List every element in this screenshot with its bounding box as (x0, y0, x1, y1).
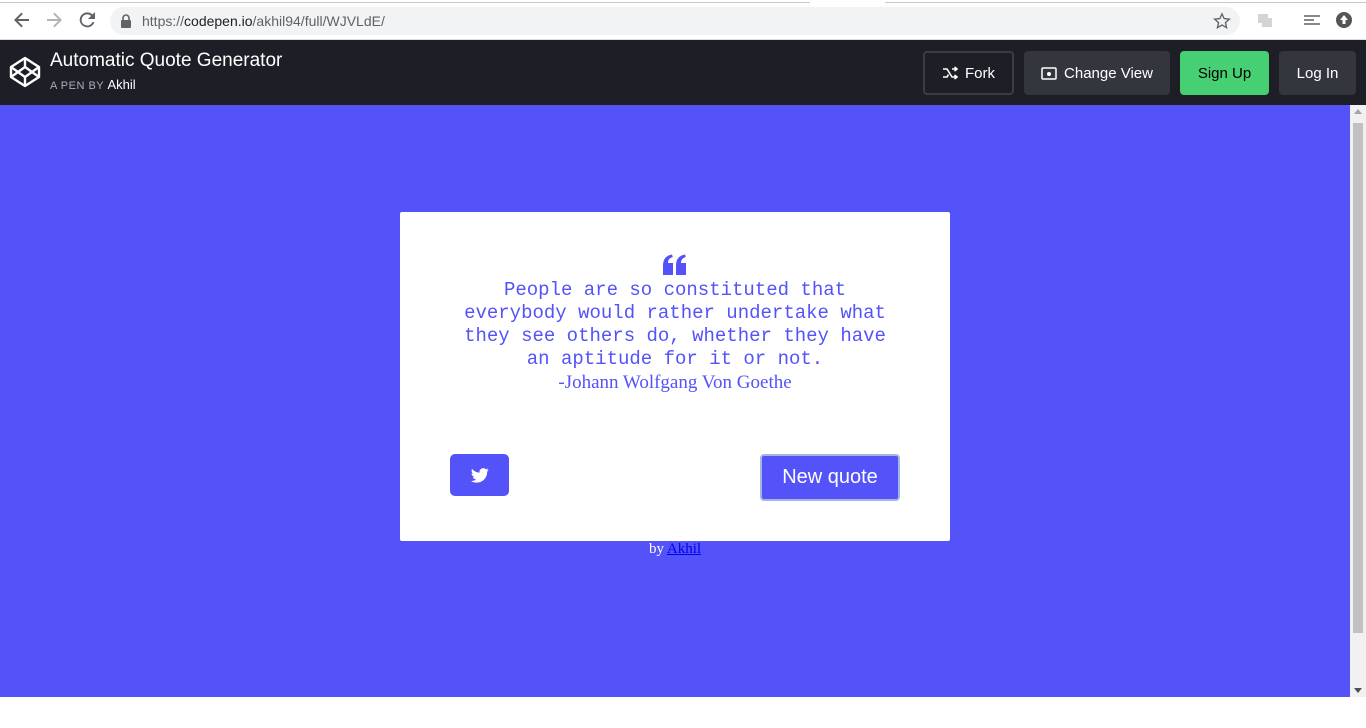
star-icon[interactable] (1213, 12, 1231, 30)
view-icon (1041, 66, 1057, 80)
pen-byline: A PEN BY Akhil (50, 77, 136, 92)
scroll-down-arrow-icon[interactable] (1354, 688, 1362, 693)
quote-left-icon (663, 254, 686, 275)
url-host: codepen.io (184, 13, 253, 29)
vertical-scrollbar[interactable] (1350, 105, 1366, 697)
url-path: /akhil94/full/WJVLdE/ (252, 13, 385, 29)
pen-title: Automatic Quote Generator (50, 50, 283, 71)
pen-author-link[interactable]: Akhil (108, 77, 136, 92)
fork-icon (943, 66, 958, 80)
bottom-strip (0, 697, 1366, 728)
change-view-button[interactable]: Change View (1024, 51, 1170, 95)
byline-prefix: A PEN BY (50, 80, 104, 92)
quote-author: -Johann Wolfgang Von Goethe (558, 372, 792, 393)
pen-preview: People are so constituted that everybody… (0, 105, 1350, 697)
arrow-right-icon (47, 12, 62, 28)
lock-icon (121, 14, 131, 28)
tab-edge (0, 0, 810, 3)
quote-text: People are so constituted that everybody… (464, 279, 886, 370)
forward-button[interactable] (44, 10, 64, 30)
arrow-left-icon (14, 12, 29, 28)
scroll-up-arrow-icon[interactable] (1354, 109, 1362, 114)
sign-up-button[interactable]: Sign Up (1180, 51, 1269, 95)
extension-icon[interactable] (1256, 11, 1274, 29)
byline-by: by (648, 541, 664, 557)
back-button[interactable] (12, 10, 32, 30)
browser-toolbar: https://codepen.io/akhil94/full/WJVLdE/ (0, 0, 1366, 40)
twitter-icon (470, 467, 489, 483)
fork-label: Fork (965, 64, 995, 82)
tab-edge (885, 0, 1366, 3)
log-in-label: Log In (1296, 64, 1339, 82)
codepen-logo-icon[interactable] (8, 55, 42, 89)
reload-button[interactable] (77, 10, 97, 30)
fork-button[interactable]: Fork (923, 51, 1014, 95)
url-text: https://codepen.io/akhil94/full/WJVLdE/ (142, 13, 385, 29)
change-view-label: Change View (1064, 64, 1153, 82)
codepen-header: Automatic Quote Generator A PEN BY Akhil… (0, 40, 1366, 105)
page-byline: by Akhil (0, 541, 1350, 558)
author-link[interactable]: Akhil (667, 541, 701, 557)
address-bar[interactable]: https://codepen.io/akhil94/full/WJVLdE/ (110, 7, 1240, 35)
new-quote-button[interactable]: New quote (760, 454, 900, 501)
extension-icon[interactable] (1303, 11, 1321, 29)
scroll-thumb[interactable] (1353, 123, 1363, 633)
quote-box: People are so constituted that everybody… (400, 212, 950, 541)
sign-up-label: Sign Up (1197, 64, 1252, 82)
url-prefix: https:// (142, 13, 185, 29)
extension-icon[interactable] (1335, 11, 1353, 29)
log-in-button[interactable]: Log In (1279, 51, 1356, 95)
tweet-quote-button[interactable] (450, 454, 509, 496)
reload-icon (79, 12, 95, 28)
